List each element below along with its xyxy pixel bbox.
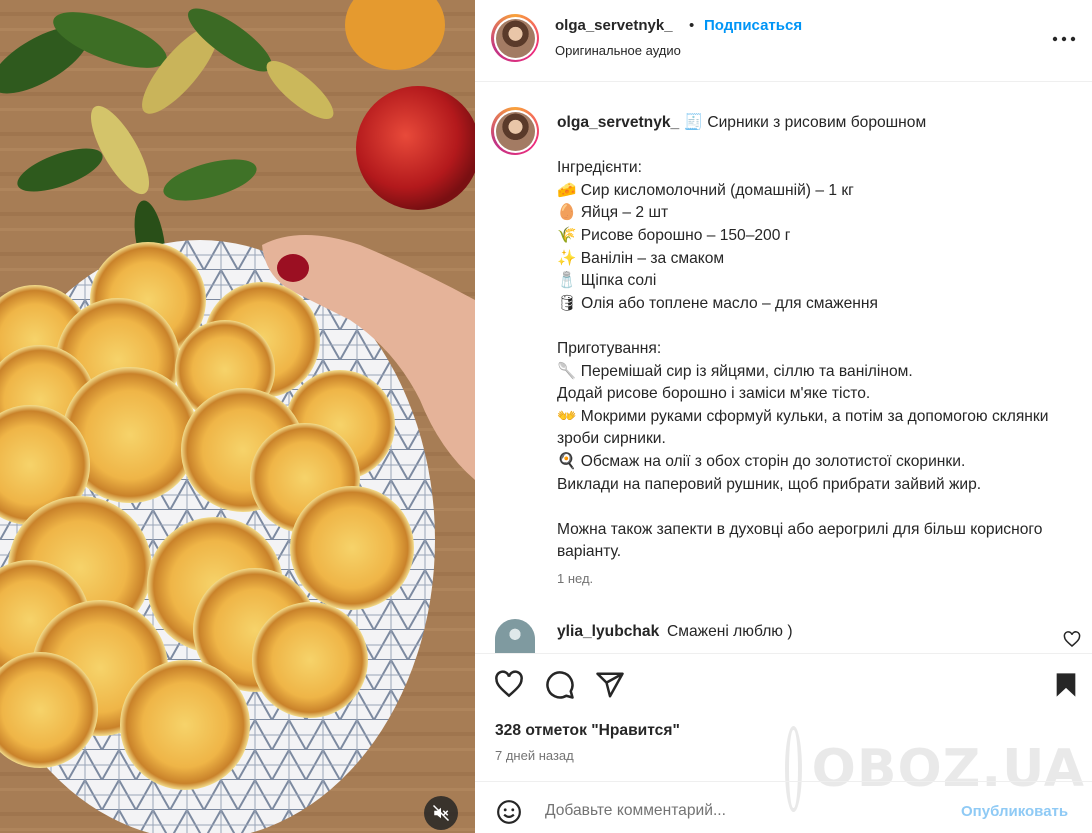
audio-link[interactable]: Оригинальное аудио — [555, 43, 681, 58]
post-date[interactable]: 7 дней назад — [495, 748, 574, 763]
follow-button[interactable]: Подписаться — [704, 17, 802, 34]
mute-button[interactable] — [424, 796, 458, 830]
caption-username-link[interactable]: olga_servetnyk_ — [557, 114, 679, 131]
comments-scroll-area[interactable]: olga_servetnyk_ 🧾 Сирники з рисовим боро… — [475, 83, 1092, 653]
author-avatar-image — [495, 18, 535, 58]
share-button[interactable] — [593, 668, 627, 702]
emoji-button[interactable] — [493, 796, 525, 828]
save-button[interactable] — [1049, 668, 1083, 702]
more-options-icon — [1052, 36, 1076, 42]
author-avatar[interactable] — [491, 14, 539, 62]
comment-input[interactable] — [545, 798, 925, 824]
comment-item: ylia_lyubchak Смажені люблю ) — [475, 619, 1092, 653]
caption-author-avatar-image — [495, 111, 535, 151]
caption-author-avatar[interactable] — [491, 107, 539, 155]
likes-count[interactable]: 328 отметок "Нравится" — [495, 722, 680, 740]
emoji-icon — [497, 800, 521, 824]
comment-text: Смажені люблю ) — [667, 623, 793, 640]
like-button[interactable] — [492, 668, 526, 702]
post-caption: olga_servetnyk_ 🧾 Сирники з рисовим боро… — [557, 112, 1057, 564]
post-details-panel: olga_servetnyk_ • Подписаться Оригинальн… — [475, 0, 1092, 833]
comment-like-heart-icon[interactable] — [1063, 631, 1081, 649]
add-comment-bar: Опубликовать — [475, 781, 1092, 833]
comment-icon — [546, 671, 574, 699]
more-options-button[interactable] — [1047, 26, 1081, 52]
comment-button[interactable] — [543, 668, 577, 702]
post-header: olga_servetnyk_ • Подписаться Оригинальн… — [475, 0, 1092, 82]
post-media-video[interactable] — [0, 0, 475, 833]
separator-dot: • — [689, 17, 695, 34]
caption-text: 🧾 Сирники з рисовим борошном Інгредієнти… — [557, 114, 1049, 561]
commenter-username-link[interactable]: ylia_lyubchak — [557, 623, 659, 641]
syrnyky-photo — [0, 0, 475, 833]
heart-icon — [495, 670, 523, 698]
muted-speaker-icon — [432, 804, 450, 822]
post-actions: OBOZ.UA 328 отметок "Нравится" 7 дней на… — [475, 653, 1092, 812]
author-username-link[interactable]: olga_servetnyk_ — [555, 17, 673, 34]
caption-timestamp[interactable]: 1 нед. — [557, 571, 593, 586]
publish-button[interactable]: Опубликовать — [961, 803, 1068, 820]
bookmark-icon — [1056, 673, 1076, 697]
commenter-avatar[interactable] — [495, 619, 535, 653]
share-icon — [596, 672, 624, 698]
